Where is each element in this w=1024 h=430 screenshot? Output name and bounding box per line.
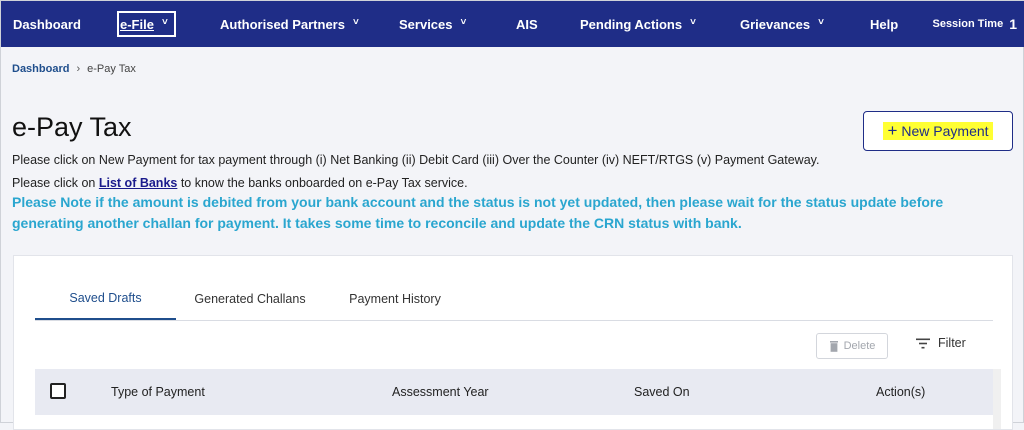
delete-button[interactable]: Delete	[816, 333, 888, 359]
tab-saved-drafts-label: Saved Drafts	[69, 291, 142, 305]
column-header-type-of-payment[interactable]: Type of Payment	[111, 369, 205, 415]
tab-generated-challans[interactable]: Generated Challans	[185, 278, 315, 320]
column-header-saved-on[interactable]: Saved On	[634, 369, 690, 415]
tab-generated-challans-label: Generated Challans	[194, 292, 306, 306]
breadcrumb-dashboard-link[interactable]: Dashboard	[12, 63, 69, 75]
filter-icon	[916, 338, 930, 348]
filter-label: Filter	[938, 336, 966, 350]
status-update-notice: Please Note if the amount is debited fro…	[12, 194, 944, 231]
nav-services-label: Services	[399, 16, 453, 32]
new-payment-button[interactable]: + New Payment	[863, 111, 1013, 151]
nav-ais[interactable]: AIS	[516, 1, 538, 47]
nav-authorised-partners-label: Authorised Partners	[220, 16, 345, 32]
nav-dashboard-label: Dashboard	[13, 16, 81, 32]
payments-card: Saved Drafts Generated Challans Payment …	[13, 255, 1013, 430]
chevron-down-icon: ˅	[161, 16, 168, 28]
nav-dashboard[interactable]: Dashboard	[13, 1, 81, 47]
payment-tabs: Saved Drafts Generated Challans Payment …	[35, 278, 993, 321]
filter-button[interactable]: Filter	[916, 336, 966, 350]
nav-help[interactable]: Help	[870, 1, 898, 47]
payment-methods-info: Please click on New Payment for tax paym…	[12, 153, 820, 167]
nav-pending-actions[interactable]: Pending Actions ˅	[580, 1, 696, 47]
column-header-actions: Action(s)	[876, 385, 926, 399]
nav-efile[interactable]: e-File ˅	[117, 11, 176, 37]
trash-icon	[829, 340, 838, 352]
chevron-down-icon: ˅	[818, 16, 824, 28]
session-value: 1	[1009, 16, 1017, 32]
nav-pending-actions-label: Pending Actions	[580, 16, 683, 32]
chevron-down-icon: ˅	[352, 16, 359, 28]
chevron-down-icon: ˅	[690, 16, 696, 28]
list-of-banks-link[interactable]: List of Banks	[99, 176, 178, 190]
nav-efile-label: e-File	[120, 16, 154, 32]
tab-saved-drafts[interactable]: Saved Drafts	[35, 278, 176, 320]
new-payment-highlight: + New Payment	[883, 121, 993, 140]
top-navigation-bar: Dashboard e-File ˅ Authorised Partners ˅…	[1, 1, 1024, 47]
bank-list-info-suffix: to know the banks onboarded on e-Pay Tax…	[177, 176, 468, 190]
session-label: Session Time	[932, 18, 1004, 30]
bank-list-info: Please click on List of Banks to know th…	[12, 176, 468, 190]
select-all-checkbox[interactable]	[50, 383, 66, 399]
session-timer: Session Time 1	[932, 1, 1017, 47]
table-scrollbar[interactable]	[993, 369, 1001, 429]
nav-grievances[interactable]: Grievances ˅	[740, 1, 824, 47]
nav-services[interactable]: Services ˅	[399, 1, 466, 47]
breadcrumb-separator: ›	[76, 63, 81, 75]
tab-payment-history-label: Payment History	[349, 292, 441, 306]
column-header-assessment-year[interactable]: Assessment Year	[392, 369, 489, 415]
tab-payment-history[interactable]: Payment History	[335, 278, 455, 320]
nav-help-label: Help	[870, 16, 899, 32]
delete-label: Delete	[843, 340, 876, 352]
page-title: e-Pay Tax	[12, 112, 132, 142]
nav-ais-label: AIS	[516, 16, 538, 32]
chevron-down-icon: ˅	[460, 16, 467, 28]
breadcrumb-current: e-Pay Tax	[87, 63, 136, 75]
nav-grievances-label: Grievances	[740, 16, 811, 32]
nav-authorised-partners[interactable]: Authorised Partners ˅	[220, 1, 359, 47]
table-header: Type of Payment Assessment Year Saved On…	[35, 369, 993, 415]
plus-icon: +	[887, 121, 898, 140]
bank-list-info-prefix: Please click on	[12, 176, 99, 190]
breadcrumb: Dashboard › e-Pay Tax	[12, 63, 136, 75]
new-payment-label: New Payment	[901, 123, 989, 139]
